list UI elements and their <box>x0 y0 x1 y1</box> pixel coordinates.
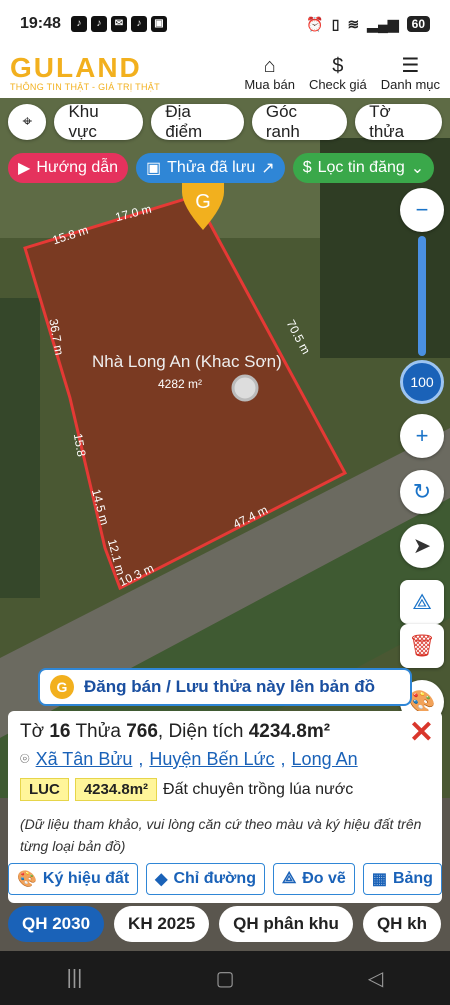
nav-danh-muc[interactable]: ☰ Danh mục <box>381 55 440 92</box>
directions-button[interactable]: ◆ Chỉ đường <box>146 863 265 895</box>
measure-button[interactable]: ⟁ <box>400 580 444 624</box>
plot-number: 766 <box>126 721 158 742</box>
guland-logo[interactable]: GULAND THÔNG TIN THẬT - GIÁ TRỊ THẬT <box>10 52 160 93</box>
signal-icon: ▂▄▆ <box>367 15 399 32</box>
directions-icon: ◆ <box>155 871 168 888</box>
dollar-icon: $ <box>302 159 312 176</box>
menu-icon: ☰ <box>401 54 420 77</box>
recents-icon[interactable]: ||| <box>67 967 83 990</box>
vibrate-icon: ▯ <box>331 15 340 32</box>
my-location-button[interactable]: ➤ <box>400 524 444 568</box>
parcel-title: Tờ 16 Thửa 766, Diện tích 4234.8m² <box>20 721 331 742</box>
filter-button[interactable]: $ Lọc tin đăng ⌄ <box>292 153 435 183</box>
system-icons: ⏰ ▯ ≋ ▂▄▆ 60 <box>306 16 430 33</box>
tab-qh-more[interactable]: QH kh <box>362 906 441 942</box>
sheet-number: 16 <box>49 721 71 742</box>
saved-parcels-button[interactable]: ▣ Thửa đã lưu ↗ <box>136 153 285 183</box>
banner-text: Đăng bán / Lưu thửa này lên bản đồ <box>84 677 375 696</box>
land-code-badge: LUC <box>20 778 69 801</box>
province-link[interactable]: Long An <box>292 749 358 770</box>
app-header: GULAND THÔNG TIN THẬT - GIÁ TRỊ THẬT ⌂ M… <box>0 48 450 98</box>
nav-danh-muc-label: Danh mục <box>380 76 440 92</box>
map-pin-icon: ⌾ <box>20 750 30 768</box>
tab-kh-2025[interactable]: KH 2025 <box>114 906 210 942</box>
notification-icons: ♪ ♪ ✉ ♪ ▣ <box>70 16 167 32</box>
arrow-up-right-icon: ↗ <box>261 160 275 177</box>
guide-label: Hướng dẫn <box>36 159 119 176</box>
measure-draw-label: Đo vẽ <box>302 870 346 887</box>
header-nav: ⌂ Mua bán $ Check giá ☰ Danh mục <box>244 55 440 92</box>
zoom-out-button[interactable]: − <box>400 188 444 232</box>
bookmark-icon: ▣ <box>146 160 162 177</box>
parcel-area-label: 4282 m² <box>158 377 203 391</box>
crosshair-icon: ⌖ <box>22 112 33 131</box>
wifi-icon: ≋ <box>347 15 360 32</box>
title-area-prefix: Diện tích <box>168 721 244 742</box>
refresh-button[interactable]: ↻ <box>400 470 444 514</box>
nav-check-gia-label: Check giá <box>308 76 367 92</box>
disclaimer-note: (Dữ liệu tham khảo, vui lòng căn cứ theo… <box>20 816 422 854</box>
legend-label: Ký hiệu đất <box>42 870 130 887</box>
tab-qh-2030[interactable]: QH 2030 <box>8 906 105 942</box>
parcel-actions: 🎨 Ký hiệu đất ◆ Chỉ đường ⟁ Đo vẽ ▦ Bảng <box>8 863 442 895</box>
land-area-badge: 4234.8m² <box>74 778 158 801</box>
svg-text:G: G <box>195 191 211 213</box>
target-button[interactable]: ⌖ <box>8 104 47 140</box>
palette-icon: 🎨 <box>17 871 37 888</box>
zoom-level-handle[interactable]: 100 <box>400 360 444 404</box>
table-icon: ▦ <box>371 871 387 888</box>
land-type: Đất chuyên trồng lúa nước <box>163 780 354 798</box>
saved-label: Thửa đã lưu <box>167 159 256 176</box>
chip-khu-vuc[interactable]: Khu vực <box>54 102 144 141</box>
table-button[interactable]: ▦ Bảng <box>362 863 442 895</box>
chip-dia-diem[interactable]: Địa điểm <box>151 102 244 141</box>
building-icon: ⌂ <box>263 54 276 77</box>
measure-draw-button[interactable]: ⟁ Đo vẽ <box>272 863 355 895</box>
parcel-name-label: Nhà Long An (Khac Sơn) <box>92 352 282 371</box>
legend-button[interactable]: 🎨 Ký hiệu đất <box>8 863 139 895</box>
logo-wordmark: GULAND <box>10 52 142 83</box>
chevron-down-icon: ⌄ <box>410 160 425 177</box>
guland-pin-icon: G <box>50 675 74 699</box>
draw-icon: ⟁ <box>281 870 297 887</box>
zoom-slider[interactable] <box>418 236 426 356</box>
title-sheet-prefix: Tờ <box>20 721 45 742</box>
search-chips: ⌖ Khu vực Địa điểm Góc ranh Tờ thửa <box>0 102 450 141</box>
parcel-area: 4234.8m² <box>248 721 331 742</box>
map-tools: ▶ Hướng dẫn ▣ Thửa đã lưu ↗ $ Lọc tin đă… <box>8 153 435 183</box>
play-icon: ▶ <box>18 160 31 177</box>
tab-qh-phan-khu[interactable]: QH phân khu <box>219 906 353 942</box>
chip-goc-ranh[interactable]: Góc ranh <box>251 102 348 141</box>
zoom-in-button[interactable]: + <box>400 414 444 458</box>
planning-tabs: QH 2030 KH 2025 QH phân khu QH kh <box>8 906 450 942</box>
chip-to-thua[interactable]: Tờ thửa <box>355 102 442 141</box>
nav-mua-ban[interactable]: ⌂ Mua bán <box>244 55 295 92</box>
district-link[interactable]: Huyện Bến Lức <box>149 749 274 770</box>
delete-button[interactable]: 🗑 <box>400 624 444 668</box>
nav-check-gia[interactable]: $ Check giá <box>309 55 367 92</box>
zoom-controls: − 100 + ↻ ➤ ⟁ 🗑 🎨 <box>400 188 444 724</box>
guide-button[interactable]: ▶ Hướng dẫn <box>8 153 129 183</box>
close-icon[interactable]: ✕ <box>409 715 434 750</box>
parcel-location: ⌾ Xã Tân Bửu, Huyện Bến Lức, Long An <box>20 749 358 770</box>
dollar-icon: $ <box>332 54 344 77</box>
logo-tagline: THÔNG TIN THẬT - GIÁ TRỊ THẬT <box>10 82 160 92</box>
title-plot-prefix: Thửa <box>75 721 121 742</box>
home-icon[interactable]: ▢ <box>216 966 235 991</box>
nav-mua-ban-label: Mua bán <box>244 76 295 92</box>
land-use-row: LUC 4234.8m² Đất chuyên trồng lúa nước <box>20 778 430 801</box>
battery-level: 60 <box>406 16 430 32</box>
back-icon[interactable]: ◁ <box>368 966 383 991</box>
filter-label: Lọc tin đăng <box>317 159 405 176</box>
table-label: Bảng <box>392 870 433 887</box>
commune-link[interactable]: Xã Tân Bửu <box>36 749 133 770</box>
android-nav-bar: ||| ▢ ◁ <box>0 951 450 1005</box>
directions-label: Chỉ đường <box>173 870 256 887</box>
post-listing-banner[interactable]: G Đăng bán / Lưu thửa này lên bản đồ <box>38 668 412 706</box>
parcel-center-marker <box>231 374 259 402</box>
status-bar: 19:48 ♪ ♪ ✉ ♪ ▣ ⏰ ▯ ≋ ▂▄▆ 60 <box>0 0 450 48</box>
alarm-icon: ⏰ <box>306 15 324 32</box>
status-time: 19:48 <box>20 15 61 32</box>
